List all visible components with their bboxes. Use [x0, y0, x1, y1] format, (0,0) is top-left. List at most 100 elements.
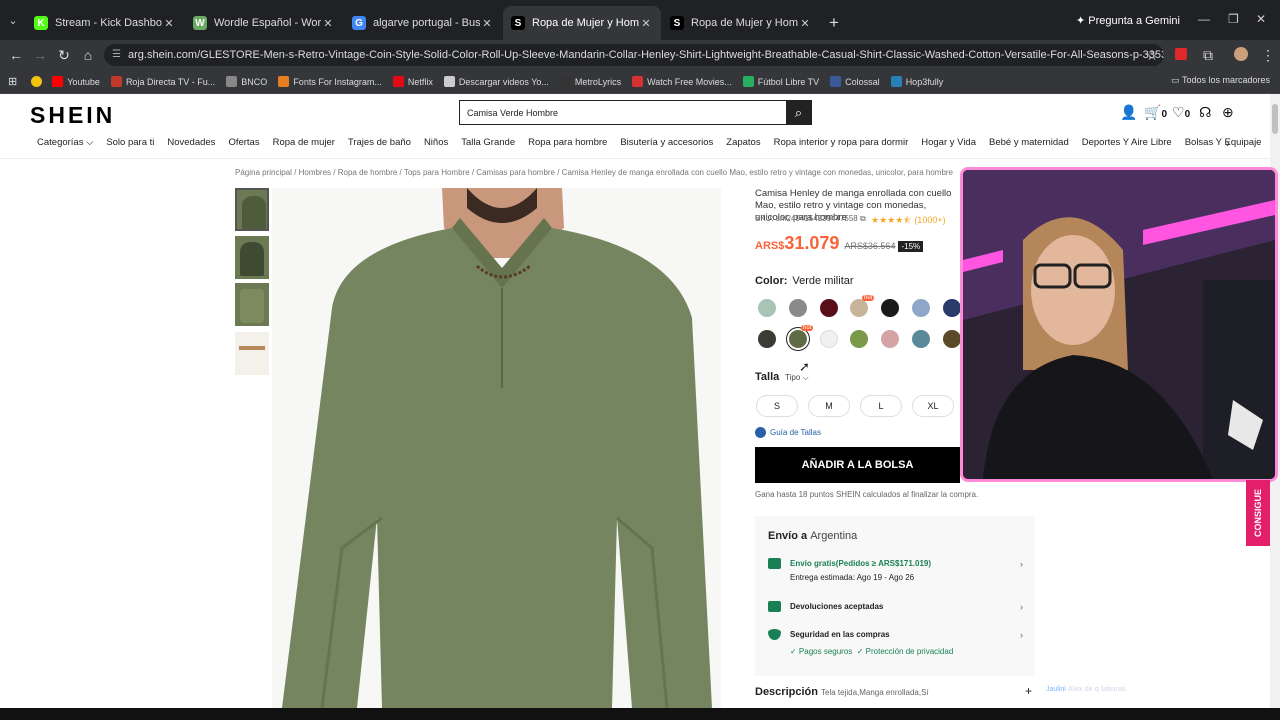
home-icon[interactable]: ⌂: [76, 47, 100, 63]
nav-category-item[interactable]: Bolsas Y Equipaje: [1185, 137, 1262, 153]
search-input[interactable]: [460, 101, 786, 124]
back-icon[interactable]: ←: [4, 47, 28, 63]
bookmark-item[interactable]: Colossal: [830, 76, 880, 87]
tab-close-icon[interactable]: ✕: [321, 17, 335, 30]
tab-close-icon[interactable]: ✕: [639, 17, 653, 30]
nav-category-item[interactable]: Solo para ti: [106, 137, 154, 153]
free-shipping-row[interactable]: Envío gratis(Pedidos ≥ ARS$171.019) ›: [768, 558, 1023, 569]
color-swatch[interactable]: [881, 330, 900, 348]
ask-gemini-button[interactable]: ✦ Pregunta a Gemini: [1076, 14, 1180, 27]
nav-category-item[interactable]: Bisutería y accesorios: [620, 137, 713, 153]
nav-category-item[interactable]: Ropa interior y ropa para dormir: [774, 137, 909, 153]
nav-category-item[interactable]: Hogar y Vida: [921, 137, 976, 153]
forward-icon[interactable]: →: [28, 47, 52, 63]
search-icon[interactable]: ⌕: [786, 101, 811, 124]
nav-category-item[interactable]: Ropa de mujer: [273, 137, 335, 153]
color-swatch[interactable]: [850, 330, 869, 348]
tab-close-icon[interactable]: ✕: [162, 17, 176, 30]
apps-grid-icon[interactable]: ⊞: [8, 75, 17, 88]
tab-search-chevron-icon[interactable]: ⌄: [0, 0, 26, 40]
shipping-title[interactable]: Envío a Argentina: [768, 530, 857, 542]
nav-category-item[interactable]: Niños: [424, 137, 448, 153]
shein-logo[interactable]: SHEIN: [30, 102, 115, 129]
tab-close-icon[interactable]: ✕: [798, 17, 812, 30]
color-swatch[interactable]: [819, 299, 838, 317]
extension-icon[interactable]: [1175, 48, 1187, 60]
cart-icon[interactable]: 🛒0: [1144, 104, 1167, 121]
color-swatch[interactable]: [912, 330, 930, 348]
site-info-icon[interactable]: ☰: [112, 44, 121, 66]
color-swatch[interactable]: [758, 330, 776, 348]
nav-category-item[interactable]: Trajes de baño: [348, 137, 411, 153]
bookmark-item[interactable]: Netflix: [392, 76, 433, 87]
bookmark-item[interactable]: Watch Free Movies...: [632, 76, 732, 87]
nav-category-item[interactable]: Talla Grande: [461, 137, 515, 153]
nav-category-item[interactable]: Novedades: [167, 137, 215, 153]
tab-close-icon[interactable]: ✕: [480, 17, 494, 30]
bookmark-item[interactable]: Descargar videos Yo...: [443, 76, 549, 87]
size-option[interactable]: M: [808, 395, 850, 417]
size-option[interactable]: XL: [912, 395, 954, 417]
size-guide-link[interactable]: Guía de Tallas: [755, 427, 821, 438]
browser-menu-icon[interactable]: ⋮: [1256, 47, 1280, 64]
color-swatch[interactable]: [788, 330, 807, 348]
browser-tab[interactable]: S Ropa de Mujer y Hombre, Compra✕: [662, 6, 820, 40]
nav-category-item[interactable]: Categorías ⌵: [37, 137, 93, 153]
bookmark-item[interactable]: BNCO: [226, 76, 267, 87]
color-swatch[interactable]: [758, 299, 776, 317]
size-option[interactable]: S: [756, 395, 798, 417]
browser-tab[interactable]: K Stream - Kick Dashboard✕: [26, 6, 184, 40]
add-to-bag-button[interactable]: AÑADIR A LA BOLSA: [755, 447, 960, 483]
nav-category-item[interactable]: Deportes Y Aire Libre: [1082, 137, 1172, 153]
color-swatch[interactable]: [850, 299, 869, 317]
color-swatch[interactable]: [912, 299, 930, 317]
product-main-image[interactable]: [272, 188, 721, 708]
color-swatch[interactable]: [788, 299, 807, 317]
breadcrumb[interactable]: Página principal / Hombres / Ropa de hom…: [235, 168, 960, 177]
restore-icon[interactable]: ❐: [1228, 12, 1239, 26]
nav-category-item[interactable]: Ofertas: [228, 137, 259, 153]
nav-category-item[interactable]: Zapatos: [726, 137, 760, 153]
bookmark-item[interactable]: Fútbol Libre TV: [742, 76, 819, 87]
browser-tab[interactable]: S Ropa de Mujer y Hombre, Compra✕: [503, 6, 661, 40]
wishlist-heart-icon[interactable]: ♡0: [1172, 104, 1190, 121]
bookmark-star-icon[interactable]: ☆: [1140, 47, 1164, 64]
browser-tab[interactable]: W Wordle Español - Wordle ilimitado✕: [185, 6, 343, 40]
size-type-select[interactable]: Tipo ⌵: [785, 373, 809, 383]
user-account-icon[interactable]: 👤: [1120, 104, 1137, 121]
expand-plus-icon[interactable]: +: [1025, 684, 1032, 698]
thumbnail-1[interactable]: [235, 188, 269, 231]
copy-icon[interactable]: ⧉: [860, 214, 866, 223]
rating-stars[interactable]: ★★★★⯪ (1000+): [871, 213, 946, 229]
reload-icon[interactable]: ↻: [52, 47, 76, 64]
address-bar[interactable]: ☰ arg.shein.com/GLESTORE-Men-s-Retro-Vint…: [104, 44, 1164, 66]
bookmark-item[interactable]: Youtube: [52, 76, 100, 87]
color-swatch[interactable]: [942, 330, 961, 348]
scrollbar-thumb[interactable]: [1272, 104, 1278, 134]
color-swatch[interactable]: [881, 299, 900, 317]
color-swatch[interactable]: [819, 330, 838, 348]
support-headset-icon[interactable]: ☊: [1199, 104, 1211, 121]
new-tab-button[interactable]: +: [821, 6, 847, 40]
profile-avatar[interactable]: [1234, 47, 1248, 61]
bookmark-item[interactable]: MetroLyrics: [559, 76, 621, 87]
nav-scroll-right-icon[interactable]: ›: [1226, 136, 1230, 150]
thumbnail-2[interactable]: [235, 236, 269, 279]
description-title[interactable]: Descripción: [755, 686, 818, 698]
nav-category-item[interactable]: Bebé y maternidad: [989, 137, 1069, 153]
bookmark-item[interactable]: Fonts For Instagram...: [278, 76, 382, 87]
minimize-icon[interactable]: —: [1198, 12, 1210, 26]
security-row[interactable]: Seguridad en las compras ›: [768, 629, 1023, 640]
bookmark-item[interactable]: Hop3fully: [890, 76, 943, 87]
all-bookmarks-folder[interactable]: ▭ Todos los marcadores: [1171, 75, 1270, 86]
bookmark-item[interactable]: Roja Directa TV - Fu...: [110, 76, 215, 87]
size-option[interactable]: L: [860, 395, 902, 417]
color-swatch[interactable]: [942, 299, 961, 317]
thumbnail-3[interactable]: [235, 283, 269, 326]
emoji-bookmark-icon[interactable]: [31, 76, 43, 87]
promo-side-banner[interactable]: CONSIGUE: [1246, 480, 1270, 546]
nav-category-item[interactable]: Ropa para hombre: [528, 137, 607, 153]
thumbnail-4-accessories[interactable]: [235, 332, 269, 375]
language-globe-icon[interactable]: ⊕: [1222, 104, 1234, 121]
close-window-icon[interactable]: ✕: [1256, 12, 1266, 26]
